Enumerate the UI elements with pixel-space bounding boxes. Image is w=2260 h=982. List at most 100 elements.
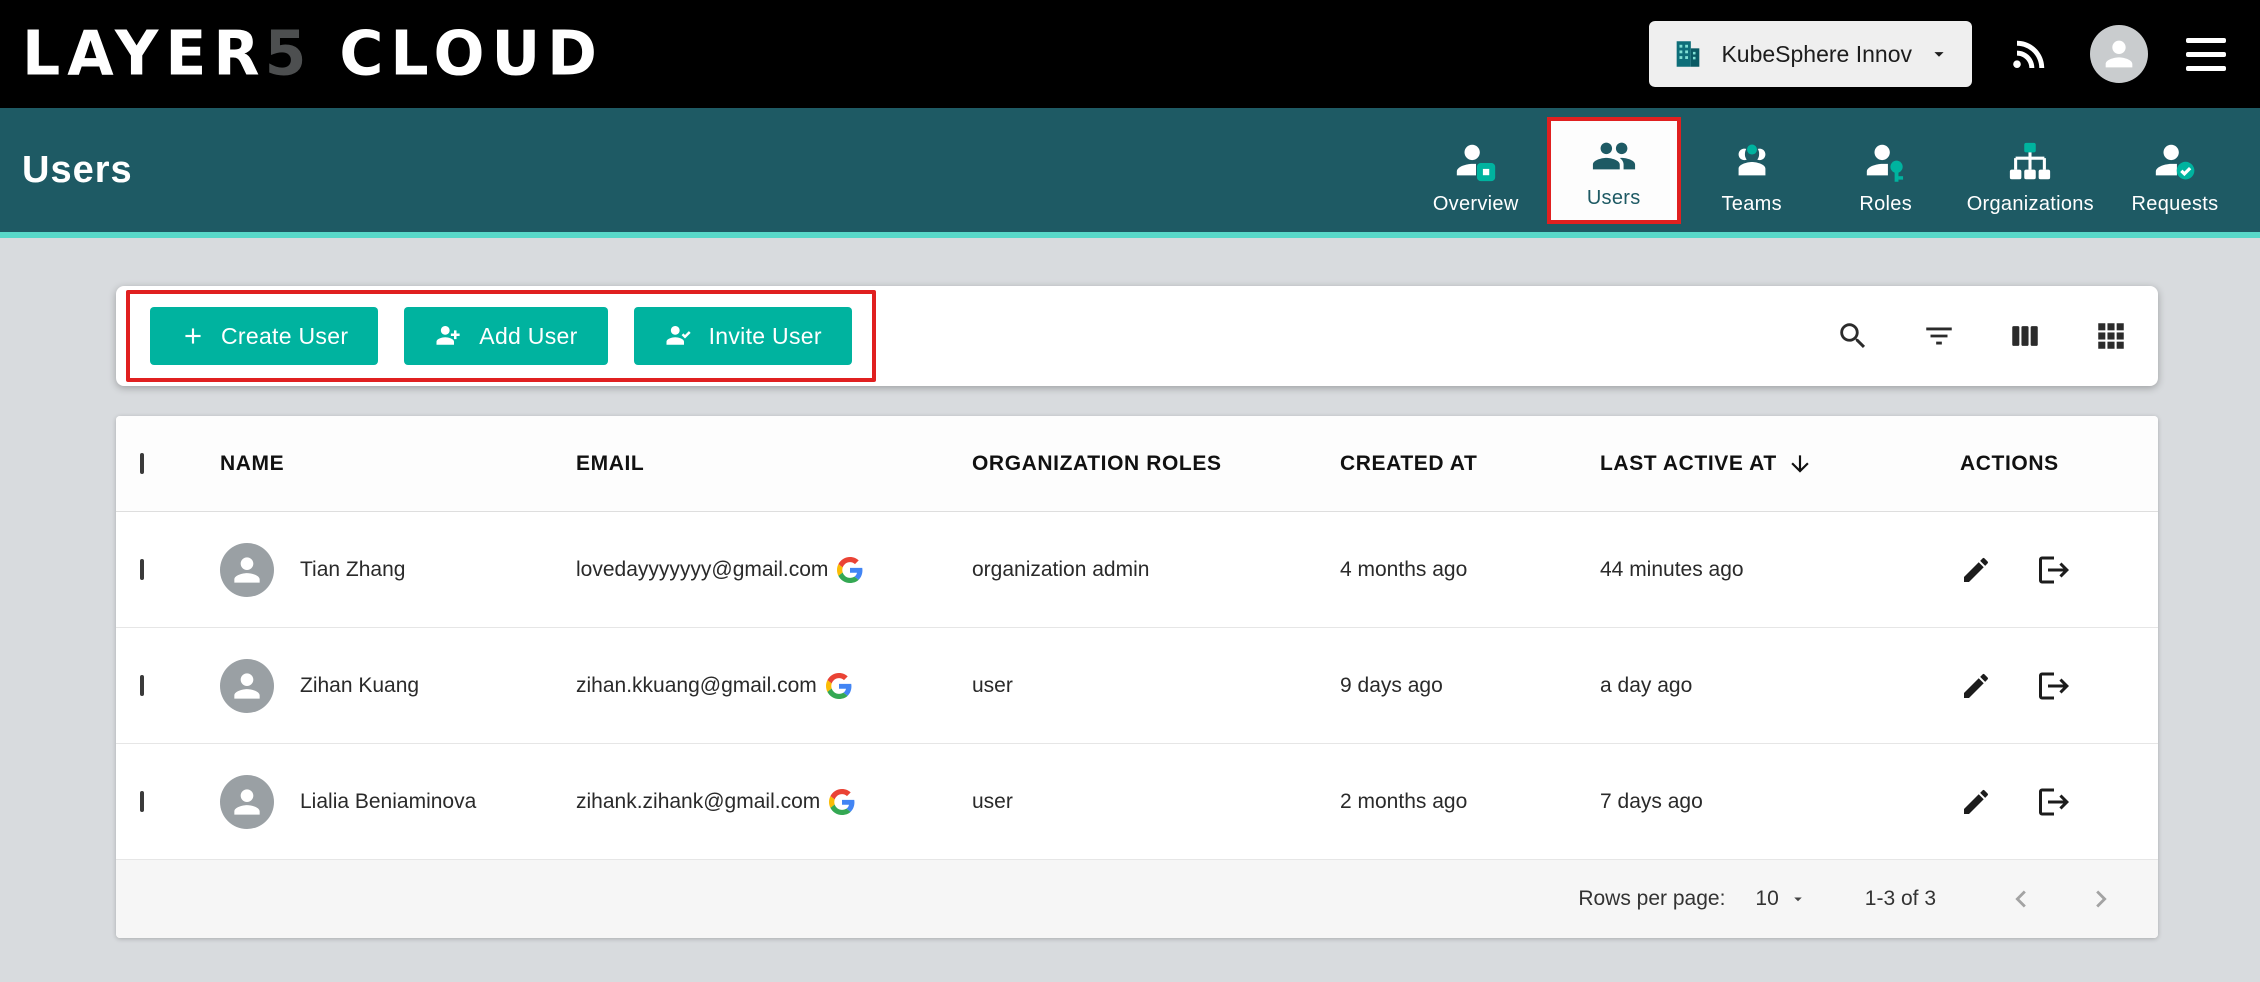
org-role: user	[972, 790, 1340, 814]
remove-user-button[interactable]	[2036, 668, 2072, 704]
add-user-button[interactable]: Add User	[404, 307, 607, 365]
nav-item-label: Overview	[1433, 193, 1519, 216]
invite-user-button[interactable]: Invite User	[634, 307, 852, 365]
caret-down-icon	[1928, 43, 1950, 65]
filter-button[interactable]	[1922, 319, 1956, 353]
created-at: 4 months ago	[1340, 558, 1600, 582]
user-email: zihan.kkuang@gmail.com	[576, 674, 817, 698]
edit-user-button[interactable]	[1960, 554, 1992, 586]
nav-item-label: Requests	[2132, 193, 2219, 216]
nav-item-label: Organizations	[1967, 193, 2094, 216]
avatar	[220, 543, 274, 597]
main-content: Create User Add User Invite User	[0, 238, 2260, 938]
remove-user-button[interactable]	[2036, 552, 2072, 588]
nav-item-teams[interactable]: Teams	[1685, 115, 1819, 226]
caret-down-icon	[1789, 890, 1807, 908]
logo-text-layer: LAYER	[22, 18, 267, 89]
person-check-icon	[2152, 139, 2198, 185]
app-header: LAYER5 CLOUD KubeSphere Innov	[0, 0, 2260, 108]
section-nav-bar: Users Overview Users Teams	[0, 108, 2260, 232]
table-header-row: NAME EMAIL ORGANIZATION ROLES CREATED AT…	[116, 416, 2158, 512]
nav-item-organizations[interactable]: Organizations	[1953, 115, 2108, 226]
org-role: user	[972, 674, 1340, 698]
create-user-button[interactable]: Create User	[150, 307, 378, 365]
search-icon	[1836, 319, 1870, 353]
column-header-email: EMAIL	[576, 452, 972, 476]
columns-view-button[interactable]	[2008, 319, 2042, 353]
organization-selector-label: KubeSphere Innov	[1721, 41, 1912, 68]
person-key-icon	[1863, 139, 1909, 185]
created-at: 9 days ago	[1340, 674, 1600, 698]
logout-icon	[2036, 552, 2072, 588]
column-header-last-active-at[interactable]: LAST ACTIVE AT	[1600, 451, 1960, 477]
table-row: Lialia Beniaminova zihank.zihank@gmail.c…	[116, 744, 2158, 860]
user-avatar[interactable]	[2090, 25, 2148, 83]
previous-page-button[interactable]	[2004, 882, 2038, 916]
google-icon	[837, 557, 863, 583]
edit-pencil-icon	[1960, 670, 1992, 702]
person-icon	[2099, 34, 2139, 74]
person-badge-icon	[1453, 139, 1499, 185]
nav-item-roles[interactable]: Roles	[1819, 115, 1953, 226]
table-row: Zihan Kuang zihan.kkuang@gmail.com user …	[116, 628, 2158, 744]
column-header-org-roles: ORGANIZATION ROLES	[972, 452, 1340, 476]
invite-user-label: Invite User	[709, 323, 822, 350]
hamburger-menu-button[interactable]	[2186, 38, 2226, 71]
columns-icon	[2008, 319, 2042, 353]
grid-icon	[2094, 319, 2128, 353]
user-name: Tian Zhang	[300, 558, 405, 582]
row-checkbox[interactable]	[140, 675, 144, 696]
logo-text-cloud: CLOUD	[339, 18, 604, 89]
organization-selector[interactable]: KubeSphere Innov	[1649, 21, 1972, 87]
nav-item-users[interactable]: Users	[1547, 117, 1681, 224]
building-icon	[1671, 37, 1705, 71]
avatar	[220, 659, 274, 713]
table-pagination-footer: Rows per page: 10 1-3 of 3	[116, 860, 2158, 938]
sort-descending-icon[interactable]	[1787, 451, 1813, 477]
google-icon	[829, 789, 855, 815]
last-active-at: 7 days ago	[1600, 790, 1960, 814]
person-icon	[228, 551, 266, 589]
edit-user-button[interactable]	[1960, 786, 1992, 818]
nav-item-overview[interactable]: Overview	[1409, 115, 1543, 226]
row-checkbox[interactable]	[140, 559, 144, 580]
nav-items: Overview Users Teams Roles	[1409, 115, 2242, 226]
nav-item-label: Roles	[1859, 193, 1912, 216]
edit-user-button[interactable]	[1960, 670, 1992, 702]
logout-icon	[2036, 668, 2072, 704]
column-header-actions: ACTIONS	[1960, 452, 2134, 476]
person-add-icon	[434, 321, 464, 351]
users-toolbar: Create User Add User Invite User	[116, 286, 2158, 386]
search-button[interactable]	[1836, 319, 1870, 353]
logo-text-5: 5	[265, 18, 314, 89]
people-team-icon	[1729, 139, 1775, 185]
select-all-checkbox[interactable]	[140, 453, 144, 474]
org-hierarchy-icon	[2007, 139, 2053, 185]
rows-per-page-select[interactable]: 10	[1755, 887, 1806, 911]
user-email: lovedayyyyyyy@gmail.com	[576, 558, 828, 582]
column-header-name: NAME	[220, 452, 576, 476]
edit-pencil-icon	[1960, 786, 1992, 818]
rss-feed-button[interactable]	[2010, 33, 2052, 75]
add-user-label: Add User	[479, 323, 577, 350]
nav-item-label: Teams	[1721, 193, 1781, 216]
google-icon	[826, 673, 852, 699]
pagination-range-label: 1-3 of 3	[1865, 887, 1936, 911]
users-table: NAME EMAIL ORGANIZATION ROLES CREATED AT…	[116, 416, 2158, 938]
annotation-box-user-buttons: Create User Add User Invite User	[126, 290, 876, 382]
filter-icon	[1922, 319, 1956, 353]
row-checkbox[interactable]	[140, 791, 144, 812]
edit-pencil-icon	[1960, 554, 1992, 586]
created-at: 2 months ago	[1340, 790, 1600, 814]
next-page-button[interactable]	[2084, 882, 2118, 916]
table-row: Tian Zhang lovedayyyyyyy@gmail.com organ…	[116, 512, 2158, 628]
remove-user-button[interactable]	[2036, 784, 2072, 820]
avatar	[220, 775, 274, 829]
nav-item-requests[interactable]: Requests	[2108, 115, 2242, 226]
grid-view-button[interactable]	[2094, 319, 2128, 353]
user-name: Lialia Beniaminova	[300, 790, 476, 814]
layer5-cloud-logo[interactable]: LAYER5 CLOUD	[22, 19, 604, 89]
page-title: Users	[22, 149, 133, 192]
org-role: organization admin	[972, 558, 1340, 582]
rss-icon	[2010, 33, 2052, 75]
